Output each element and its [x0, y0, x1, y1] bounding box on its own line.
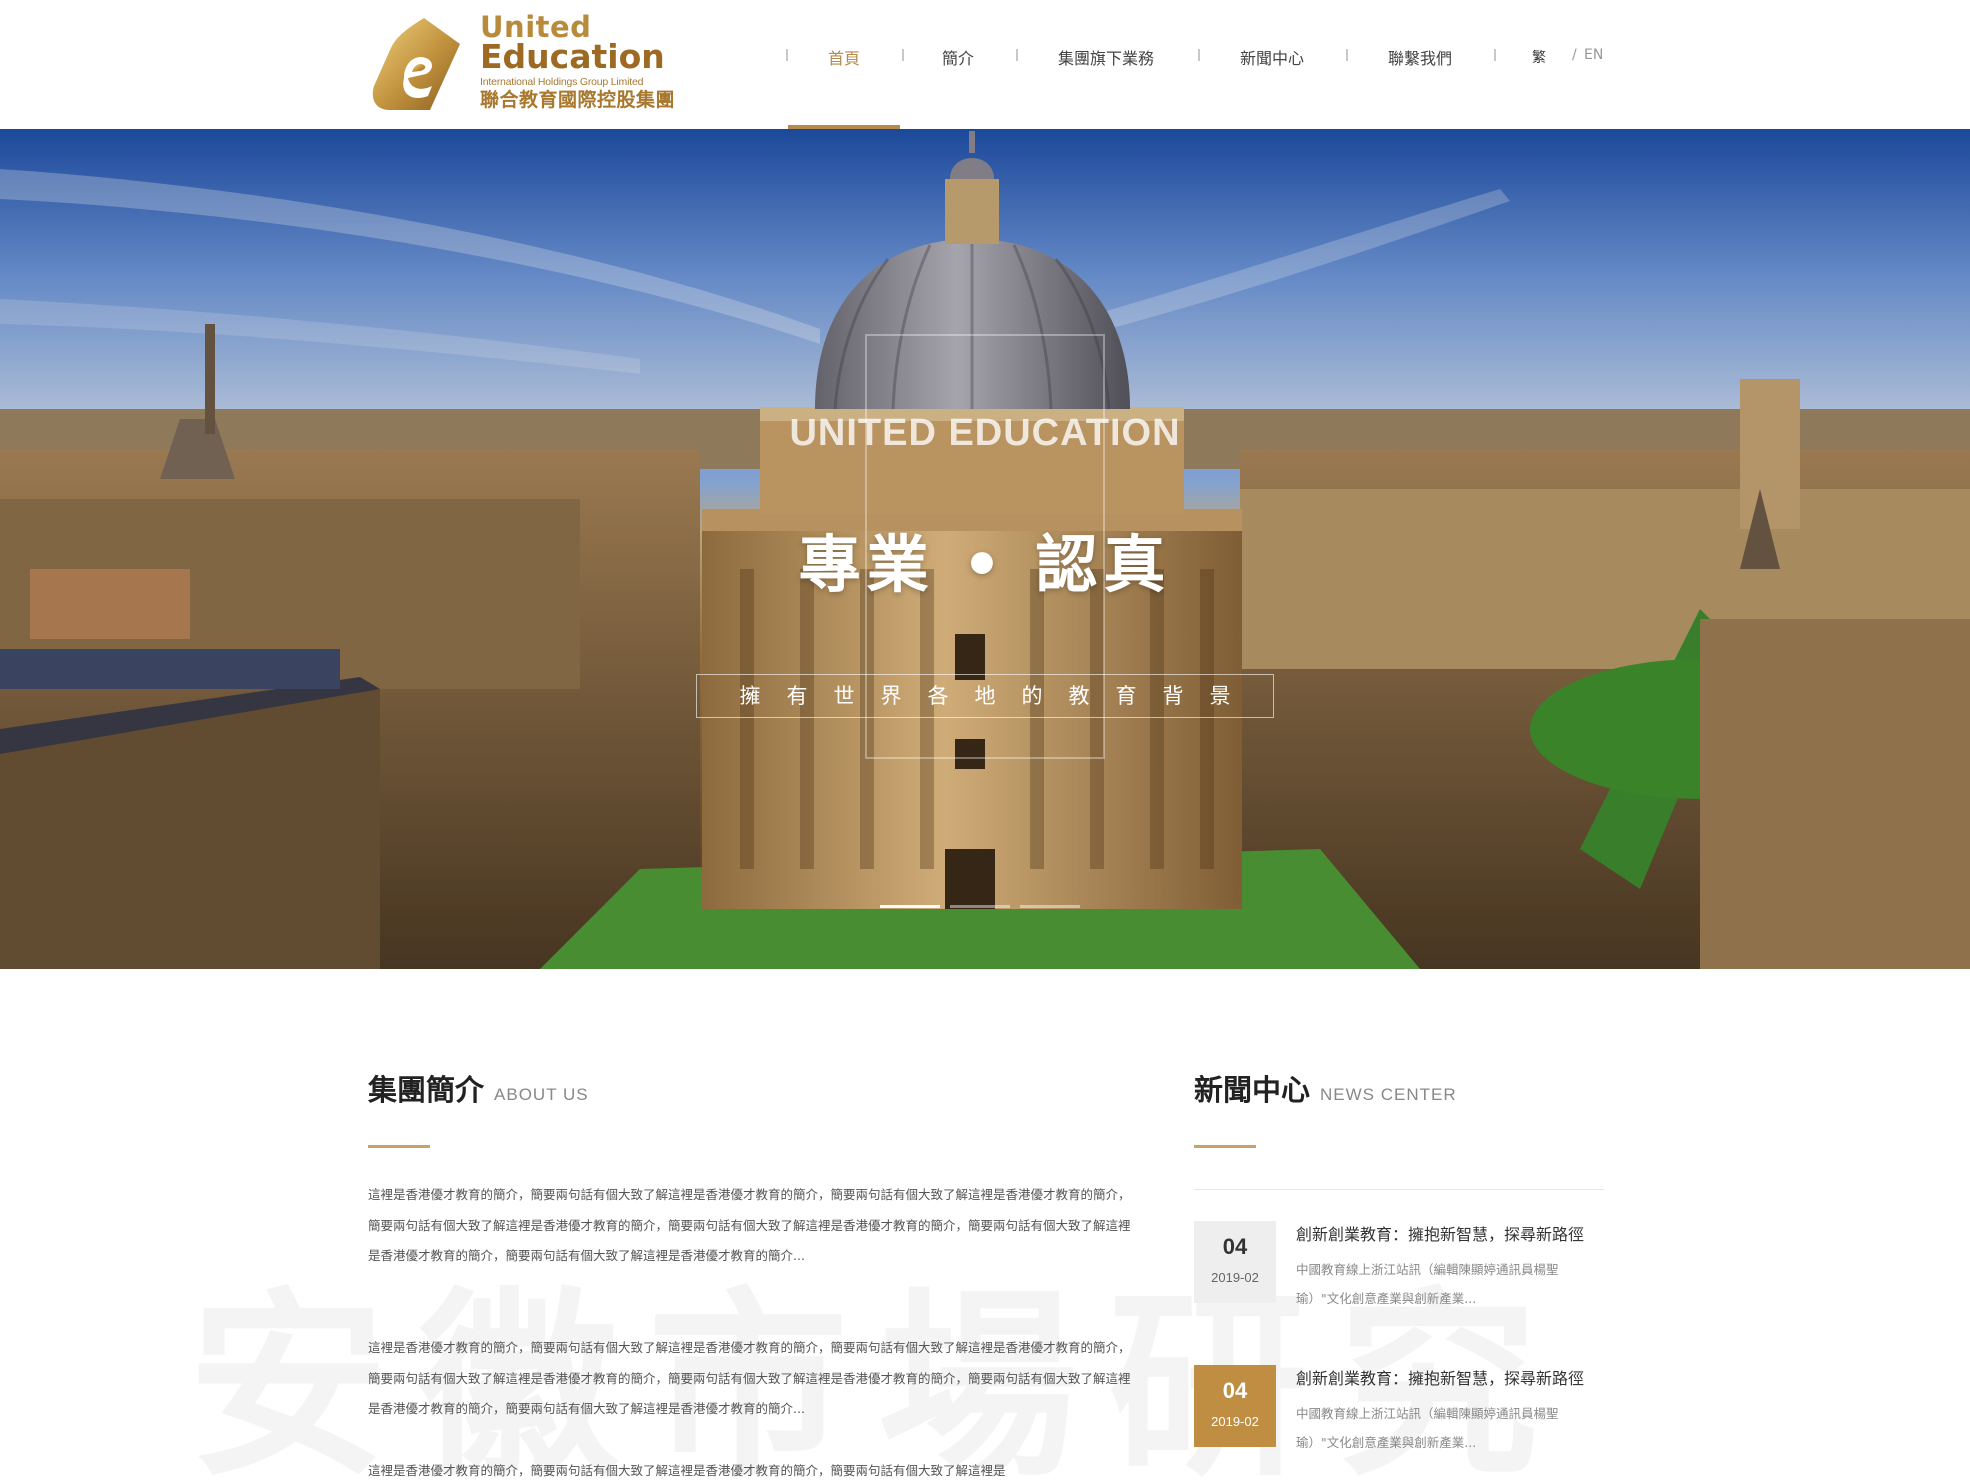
news-item-title[interactable]: 創新創業教育：擁抱新智慧，探尋新路徑	[1296, 1365, 1584, 1389]
site-logo[interactable]: United Education International Holdings …	[368, 12, 688, 116]
news-date-day: 04	[1222, 1234, 1248, 1259]
about-title-cn: 集團簡介	[368, 1073, 485, 1107]
lang-english[interactable]: EN	[1584, 47, 1603, 63]
about-paragraph: 這裡是香港優才教育的簡介，簡要兩句話有個大致了解這裡是香港優才教育的簡介，簡要兩…	[368, 1463, 1006, 1478]
news-date-box: 04 2019-02	[1194, 1221, 1276, 1303]
news-item-excerpt: 中國教育線上浙江站訊（編輯陳顯婷通訊員楊聖瑜）"文化創意產業與創新產業...	[1296, 1406, 1559, 1450]
carousel-dot[interactable]	[1020, 905, 1080, 908]
nav-separator	[1346, 49, 1348, 61]
nav-separator	[902, 49, 904, 61]
hero-banner: UNITED EDUCATION 專業 • 認真 擁有世界各地的教育背景	[0, 129, 1970, 969]
about-section-title: 集團簡介 ABOUT US	[368, 1067, 589, 1109]
news-item-excerpt: 中國教育線上浙江站訊（編輯陳顯婷通訊員楊聖瑜）"文化創意產業與創新產業...	[1296, 1262, 1559, 1306]
news-date-month: 2019-02	[1211, 1270, 1259, 1285]
nav-item-news[interactable]: 新聞中心	[1240, 45, 1304, 69]
news-item[interactable]: 04 2019-02 創新創業教育：擁抱新智慧，探尋新路徑 中國教育線上浙江站訊…	[1194, 1221, 1604, 1306]
lang-traditional-chinese[interactable]: 繁	[1532, 47, 1546, 67]
logo-subtitle-cn: 聯合教育國際控股集團	[480, 89, 676, 111]
about-title-en: ABOUT US	[494, 1085, 589, 1104]
nav-separator	[1494, 49, 1496, 61]
news-item[interactable]: 04 2019-02 創新創業教育：擁抱新智慧，探尋新路徑 中國教育線上浙江站訊…	[1194, 1365, 1604, 1450]
news-divider	[1194, 1189, 1604, 1190]
site-header: United Education International Holdings …	[0, 0, 1970, 129]
nav-separator	[1016, 49, 1018, 61]
hero-subtitle: 擁有世界各地的教育背景	[696, 674, 1274, 718]
nav-item-business[interactable]: 集團旗下業務	[1058, 45, 1154, 69]
about-paragraph: 這裡是香港優才教育的簡介，簡要兩句話有個大致了解這裡是香港優才教育的簡介，簡要兩…	[368, 1340, 1131, 1416]
about-title-underline	[368, 1145, 430, 1148]
about-paragraph: 這裡是香港優才教育的簡介，簡要兩句話有個大致了解這裡是香港優才教育的簡介，簡要兩…	[368, 1187, 1131, 1263]
news-title-en: NEWS CENTER	[1320, 1085, 1457, 1104]
news-date-box: 04 2019-02	[1194, 1365, 1276, 1447]
news-section-title: 新聞中心 NEWS CENTER	[1194, 1067, 1457, 1109]
lang-separator: /	[1572, 47, 1577, 63]
news-title-underline	[1194, 1145, 1256, 1148]
nav-item-contact[interactable]: 聯繫我們	[1388, 45, 1452, 69]
nav-item-about[interactable]: 簡介	[942, 45, 974, 69]
news-date-month: 2019-02	[1211, 1414, 1259, 1429]
logo-education: Education	[480, 37, 665, 76]
news-date-day: 04	[1222, 1378, 1248, 1403]
logo-text: United Education International Holdings …	[480, 12, 675, 111]
logo-subtitle-en: International Holdings Group Limited	[480, 76, 644, 88]
nav-item-home[interactable]: 首頁	[828, 45, 860, 69]
hero-title-en: UNITED EDUCATION	[789, 412, 1181, 454]
logo-emblem-icon	[372, 18, 460, 110]
carousel-dot[interactable]	[880, 905, 940, 908]
hero-title-cn: 專業 • 認真	[798, 528, 1172, 601]
news-item-title[interactable]: 創新創業教育：擁抱新智慧，探尋新路徑	[1296, 1221, 1584, 1245]
nav-separator	[786, 49, 788, 61]
carousel-dot[interactable]	[950, 905, 1010, 908]
nav-separator	[1198, 49, 1200, 61]
news-title-cn: 新聞中心	[1194, 1073, 1311, 1107]
